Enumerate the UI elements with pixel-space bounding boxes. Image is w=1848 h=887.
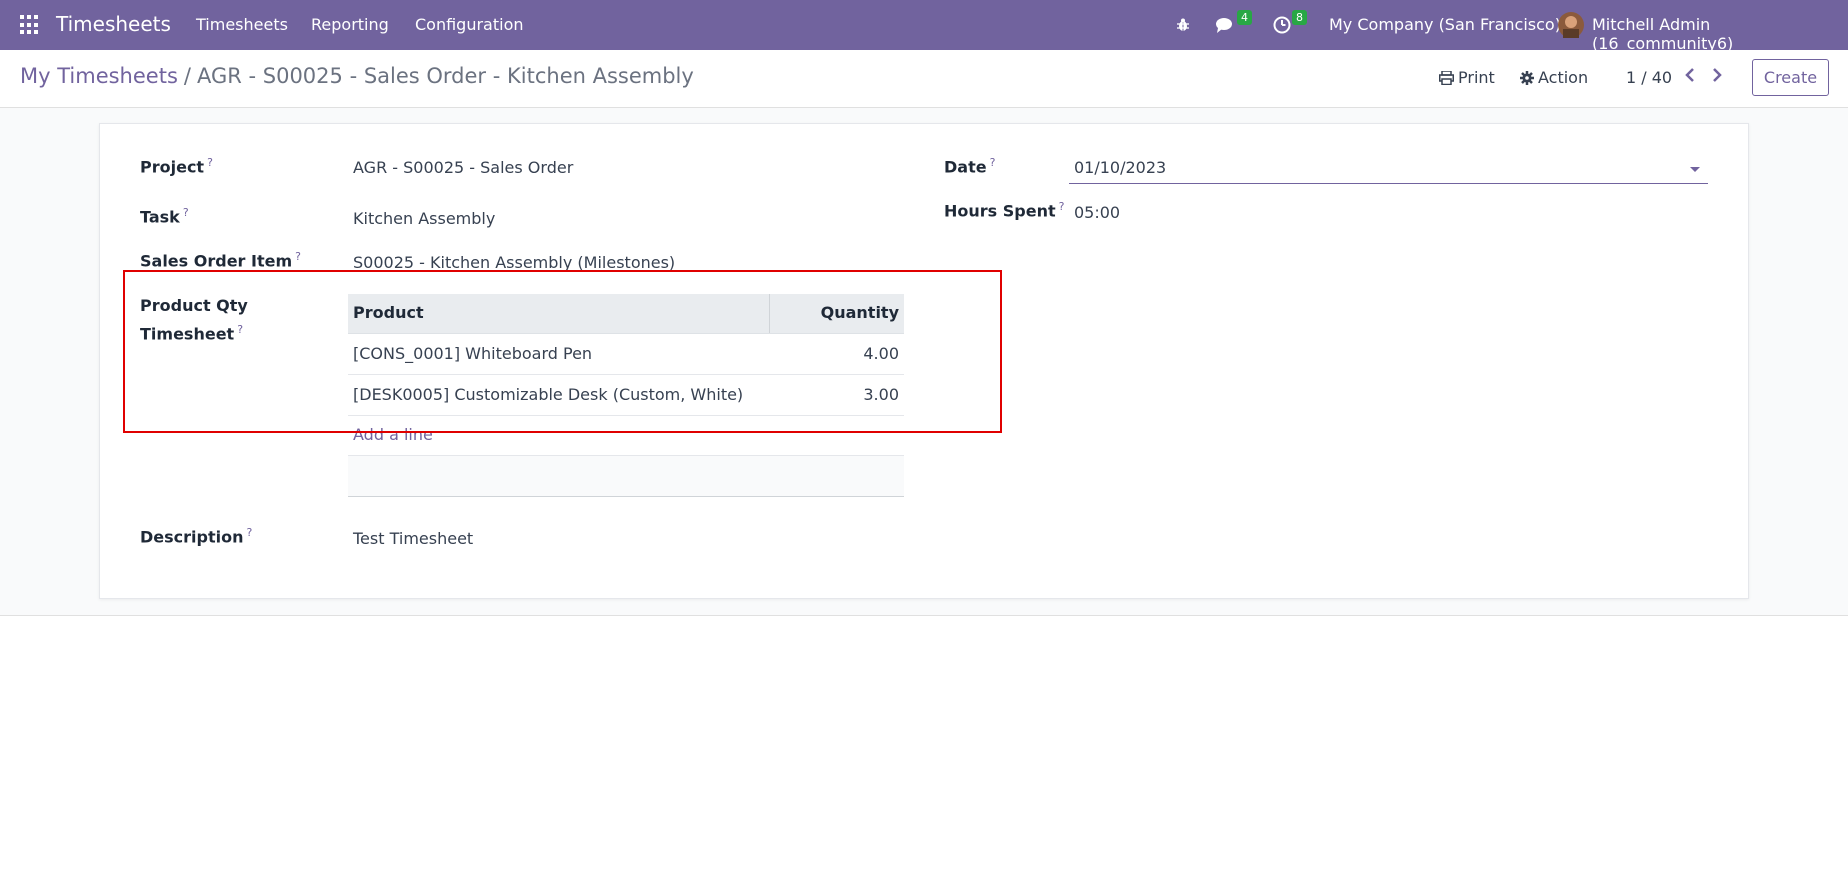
app-brand[interactable]: Timesheets <box>56 12 171 36</box>
project-label: Project? <box>140 156 213 177</box>
breadcrumb-current: AGR - S00025 - Sales Order - Kitchen Ass… <box>196 64 694 88</box>
date-value: 01/10/2023 <box>1074 158 1167 177</box>
apps-grid-icon[interactable] <box>20 15 40 35</box>
hours-spent-label: Hours Spent? <box>944 200 1065 221</box>
messages-badge: 4 <box>1237 10 1252 25</box>
action-button[interactable]: Action <box>1520 68 1588 87</box>
help-icon[interactable]: ? <box>183 206 189 219</box>
company-switcher[interactable]: My Company (San Francisco) <box>1329 15 1561 34</box>
print-icon <box>1439 70 1454 85</box>
user-menu[interactable]: Mitchell Admin (16_community6) <box>1592 15 1848 53</box>
menu-timesheets[interactable]: Timesheets <box>196 15 288 34</box>
help-icon[interactable]: ? <box>207 156 213 169</box>
date-field[interactable]: 01/10/2023 <box>1069 156 1708 184</box>
pager-previous-icon[interactable] <box>1680 66 1700 86</box>
activities-badge: 8 <box>1292 10 1307 25</box>
top-navbar: Timesheets Timesheets Reporting Configur… <box>0 0 1848 53</box>
breadcrumb: My Timesheets / AGR - S00025 - Sales Order… <box>20 64 694 88</box>
menu-configuration[interactable]: Configuration <box>415 15 524 34</box>
row-quantity[interactable]: 4.00 <box>770 334 904 374</box>
help-icon[interactable]: ? <box>246 526 252 539</box>
menu-reporting[interactable]: Reporting <box>311 15 389 34</box>
pager-next-icon[interactable] <box>1707 66 1727 86</box>
row-quantity[interactable]: 3.00 <box>770 375 904 415</box>
breadcrumb-my-timesheets[interactable]: My Timesheets <box>20 64 178 88</box>
table-empty-row <box>348 456 904 497</box>
task-label: Task? <box>140 206 189 227</box>
action-label: Action <box>1538 68 1589 87</box>
row-product[interactable]: [CONS_0001] Whiteboard Pen <box>348 334 770 374</box>
product-qty-table: Product Quantity [CONS_0001] Whiteboard … <box>348 294 904 497</box>
hours-spent-field[interactable]: 05:00 <box>1074 203 1120 222</box>
table-row[interactable]: [DESK0005] Customizable Desk (Custom, Wh… <box>348 375 904 416</box>
debug-icon[interactable] <box>1175 0 1191 50</box>
messages-icon[interactable] <box>1215 0 1237 50</box>
table-header: Product Quantity <box>348 294 904 334</box>
help-icon[interactable]: ? <box>237 323 243 336</box>
description-label: Description? <box>140 526 253 547</box>
help-icon[interactable]: ? <box>1059 200 1065 213</box>
date-label: Date? <box>944 156 996 177</box>
column-quantity[interactable]: Quantity <box>770 294 904 333</box>
form-sheet <box>99 123 1749 599</box>
product-qty-timesheet-label: Product Qty Timesheet? <box>140 296 248 344</box>
create-button[interactable]: Create <box>1752 59 1829 96</box>
task-field[interactable]: Kitchen Assembly <box>353 209 495 228</box>
gear-icon <box>1520 70 1534 85</box>
user-avatar[interactable] <box>1558 0 1584 50</box>
chevron-down-icon[interactable] <box>1690 167 1700 172</box>
print-button[interactable]: Print <box>1439 68 1495 87</box>
table-row[interactable]: [CONS_0001] Whiteboard Pen 4.00 <box>348 334 904 375</box>
column-product[interactable]: Product <box>348 294 770 333</box>
description-field[interactable]: Test Timesheet <box>353 529 473 548</box>
row-product[interactable]: [DESK0005] Customizable Desk (Custom, Wh… <box>348 375 770 415</box>
activities-icon[interactable] <box>1273 0 1291 50</box>
project-field[interactable]: AGR - S00025 - Sales Order <box>353 158 573 177</box>
help-icon[interactable]: ? <box>990 156 996 169</box>
help-icon[interactable]: ? <box>295 250 301 263</box>
sales-order-item-field[interactable]: S00025 - Kitchen Assembly (Milestones) <box>353 253 675 272</box>
pager-value[interactable]: 1 / 40 <box>1626 68 1672 87</box>
print-label: Print <box>1458 68 1495 87</box>
sales-order-item-label: Sales Order Item? <box>140 250 301 271</box>
add-a-line-link[interactable]: Add a line <box>348 416 904 456</box>
breadcrumb-separator: / <box>183 64 191 88</box>
control-panel: My Timesheets / AGR - S00025 - Sales Order… <box>0 50 1848 108</box>
